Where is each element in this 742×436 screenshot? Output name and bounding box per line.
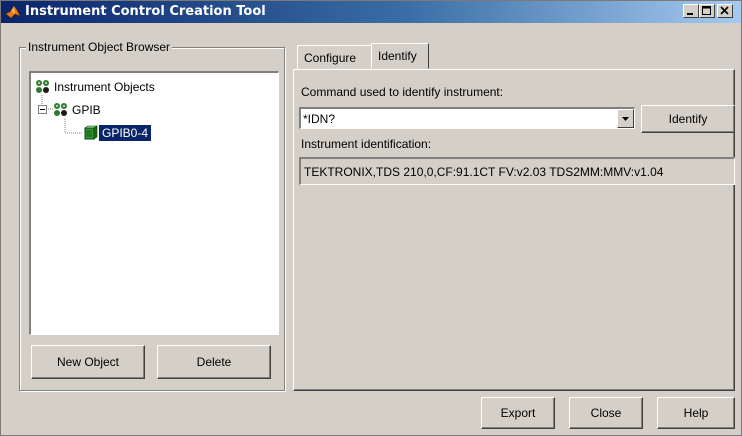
tree-node-label: GPIB [72, 103, 101, 117]
close-dialog-button[interactable]: Close [569, 397, 643, 429]
minimize-button[interactable] [683, 4, 699, 18]
identification-value: TEKTRONIX,TDS 210,0,CF:91.1CT FV:v2.03 T… [304, 165, 664, 179]
gpib-object-icon [84, 125, 98, 140]
identification-field: TEKTRONIX,TDS 210,0,CF:91.1CT FV:v2.03 T… [299, 157, 735, 185]
tree-node-gpib0-4[interactable]: GPIB0-4 [83, 125, 152, 141]
minimize-icon [687, 13, 693, 15]
close-icon [720, 6, 729, 15]
dropdown-button[interactable] [617, 109, 634, 128]
title-bar[interactable]: Instrument Control Creation Tool [1, 1, 741, 23]
new-object-button[interactable]: New Object [31, 345, 145, 379]
matlab-logo-icon [5, 5, 21, 19]
tree-collapse-toggle[interactable] [38, 105, 47, 114]
close-button[interactable] [717, 4, 733, 18]
tab-configure[interactable]: Configure [297, 45, 373, 69]
command-value: *IDN? [303, 112, 336, 126]
identification-label: Instrument identification: [301, 137, 432, 151]
browser-legend: Instrument Object Browser [26, 40, 173, 54]
tree-node-label: GPIB0-4 [99, 125, 152, 141]
delete-button[interactable]: Delete [157, 345, 271, 379]
chevron-down-icon [622, 117, 629, 121]
identify-button[interactable]: Identify [641, 105, 735, 133]
export-button[interactable]: Export [481, 397, 555, 429]
object-tree[interactable]: Instrument Objects GPIB GPIB0-4 [29, 71, 279, 335]
maximize-button[interactable] [699, 4, 715, 18]
main-window: Instrument Control Creation Tool Instrum… [0, 0, 742, 436]
window-title: Instrument Control Creation Tool [25, 4, 266, 19]
help-button[interactable]: Help [657, 397, 735, 429]
tab-identify[interactable]: Identify [371, 43, 429, 69]
tree-node-gpib[interactable]: GPIB [53, 102, 104, 118]
command-combobox[interactable]: *IDN? [299, 107, 635, 129]
command-label: Command used to identify instrument: [301, 85, 504, 99]
maximize-icon [702, 6, 711, 15]
gpib-icon [54, 103, 67, 116]
